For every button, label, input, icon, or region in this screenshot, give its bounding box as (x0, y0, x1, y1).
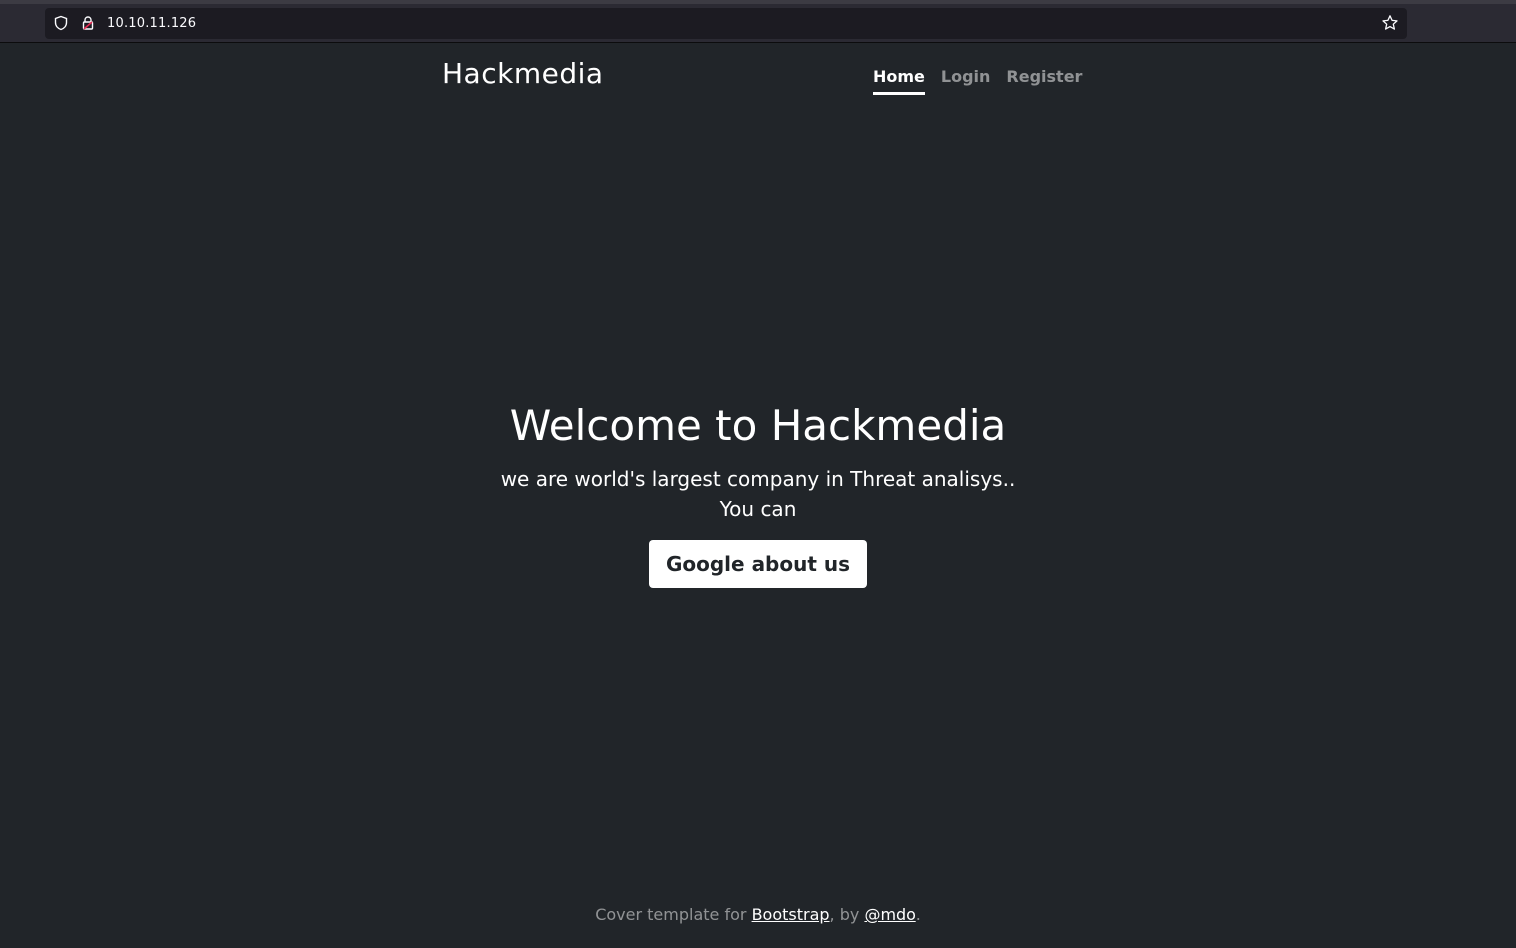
footer: Cover template for Bootstrap, by @mdo. (0, 905, 1516, 924)
hero: Welcome to Hackmedia we are world's larg… (0, 398, 1516, 588)
lock-icon[interactable] (80, 15, 96, 31)
nav-home[interactable]: Home (873, 67, 925, 95)
footer-mdo-link[interactable]: @mdo (864, 905, 915, 924)
url-bar[interactable]: 10.10.11.126 (45, 8, 1407, 39)
brand-title: Hackmedia (442, 57, 604, 90)
hero-title: Welcome to Hackmedia (509, 401, 1007, 450)
footer-prefix: Cover template for (595, 905, 752, 924)
nav-login[interactable]: Login (941, 67, 991, 95)
browser-toolbar: 10.10.11.126 (0, 0, 1516, 43)
main-nav: Home Login Register (873, 67, 1082, 95)
url-text[interactable]: 10.10.11.126 (107, 16, 196, 31)
footer-bootstrap-link[interactable]: Bootstrap (752, 905, 830, 924)
footer-middle: , by (829, 905, 865, 924)
nav-register[interactable]: Register (1006, 67, 1082, 95)
star-icon[interactable] (1381, 14, 1399, 32)
google-about-us-button[interactable]: Google about us (648, 540, 868, 588)
shield-icon[interactable] (53, 15, 69, 31)
hero-lead: we are world's largest company in Threat… (500, 467, 1016, 521)
page: Hackmedia Home Login Register Welcome to… (0, 43, 1516, 948)
footer-suffix: . (915, 905, 921, 924)
